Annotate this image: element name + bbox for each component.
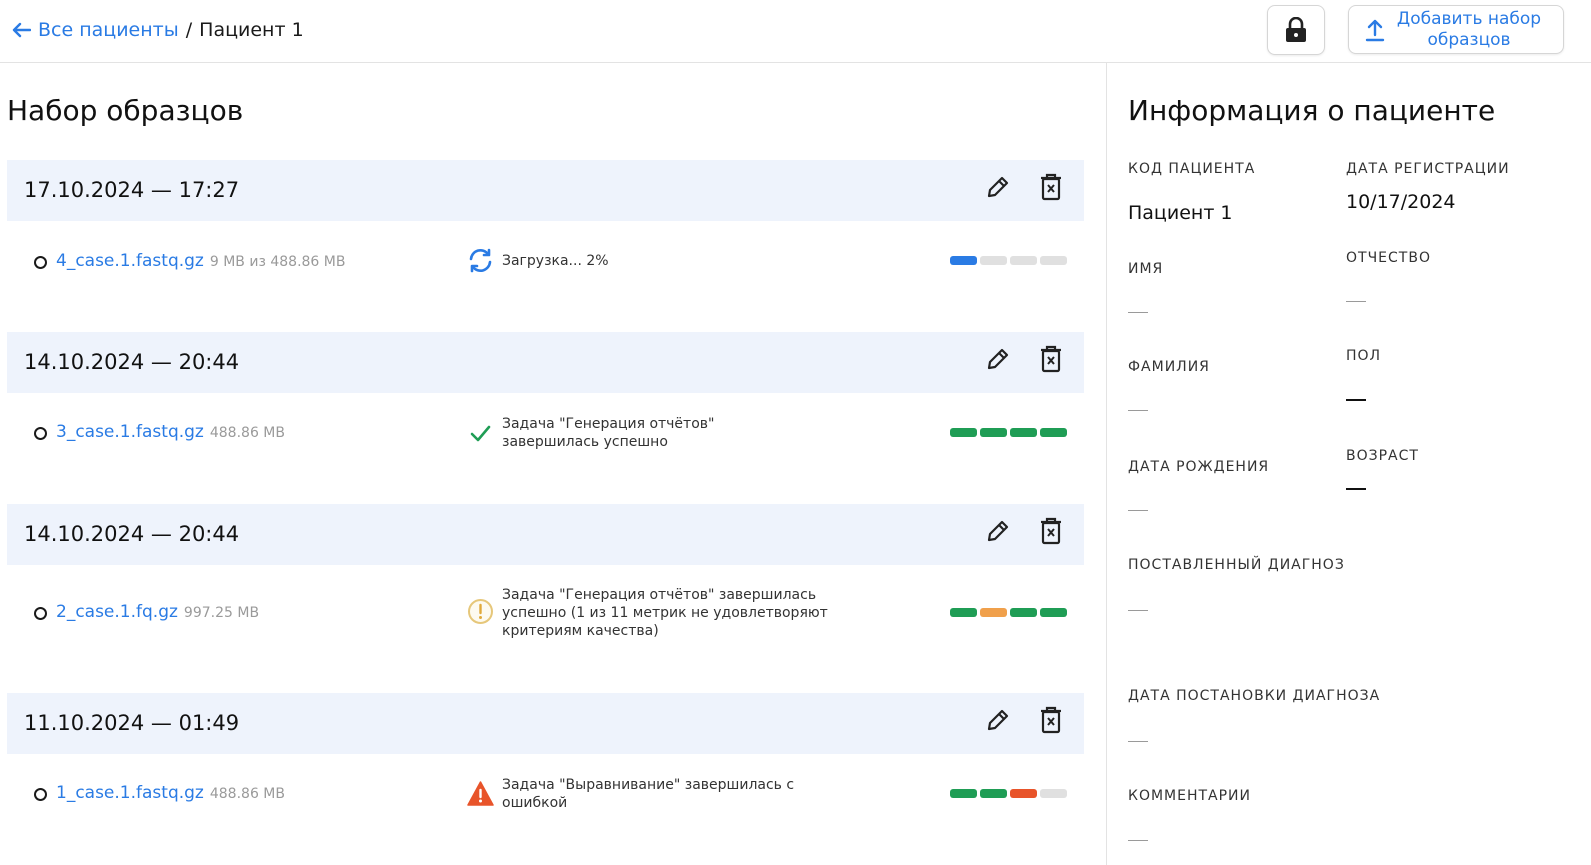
progress-segment <box>950 428 977 437</box>
edit-icon[interactable] <box>985 518 1011 544</box>
breadcrumb-current: Пациент 1 <box>199 19 304 41</box>
diagnosis-label: ПОСТАВЛЕННЫЙ ДИАГНОЗ <box>1128 557 1345 573</box>
last-name-empty <box>1128 410 1148 411</box>
breadcrumb: Все пациенты / Пациент 1 <box>12 19 304 41</box>
registration-date-label: ДАТА РЕГИСТРАЦИИ <box>1346 161 1510 177</box>
file-size: 997.25 MB <box>183 605 260 621</box>
file-status: Задача "Выравнивание" завершилась с ошиб… <box>502 777 795 811</box>
add-sample-set-button[interactable]: Добавить набор образцов <box>1348 5 1564 54</box>
file-status: Задача "Генерация отчётов" завершилась у… <box>502 587 828 639</box>
patient-info-title: Информация о пациенте <box>1128 94 1496 127</box>
file-name[interactable]: 1_case.1.fastq.gz <box>56 783 204 803</box>
sample-set-header: 11.10.2024 — 01:49 <box>7 693 1084 754</box>
edit-icon[interactable] <box>985 346 1011 372</box>
sample-set-date: 14.10.2024 — 20:44 <box>24 522 240 546</box>
progress-segment <box>1040 428 1067 437</box>
breadcrumb-separator: / <box>185 19 193 41</box>
back-link[interactable]: Все пациенты <box>12 19 179 41</box>
age-empty <box>1346 488 1366 490</box>
file-size: 488.86 MB <box>209 425 285 441</box>
progress-segment <box>950 608 977 617</box>
file-name[interactable]: 3_case.1.fastq.gz <box>56 422 204 442</box>
progress-segment <box>1040 608 1067 617</box>
add-sample-set-label: Добавить набор образцов <box>1396 8 1542 50</box>
delete-icon[interactable] <box>1039 517 1063 545</box>
lock-icon <box>1286 17 1306 42</box>
patronymic-label: ОТЧЕСТВО <box>1346 250 1431 266</box>
sex-label: ПОЛ <box>1346 348 1382 364</box>
file-name-link[interactable]: 4_case.1.fastq.gz 9 MB из 488.86 MB <box>56 251 345 271</box>
file-name-link[interactable]: 1_case.1.fastq.gz 488.86 MB <box>56 783 285 803</box>
file-name[interactable]: 4_case.1.fastq.gz <box>56 251 204 271</box>
check-icon <box>470 425 491 442</box>
sample-set-header: 17.10.2024 — 17:27 <box>7 160 1084 221</box>
patient-code-value: Пациент 1 <box>1128 202 1233 224</box>
diagnosis-date-empty <box>1128 741 1148 742</box>
delete-icon[interactable] <box>1039 706 1063 734</box>
delete-icon[interactable] <box>1039 173 1063 201</box>
progress-segment <box>950 256 977 265</box>
file-name-link[interactable]: 3_case.1.fastq.gz 488.86 MB <box>56 422 285 442</box>
sample-set-date: 17.10.2024 — 17:27 <box>24 178 240 202</box>
progress-segment <box>980 789 1007 798</box>
file-status: Задача "Генерация отчётов" завершилась у… <box>502 416 715 450</box>
progress-segment <box>1010 428 1037 437</box>
progress-segment <box>980 428 1007 437</box>
lock-button[interactable] <box>1267 5 1325 55</box>
pipeline-progress <box>950 428 1067 437</box>
back-link-label: Все пациенты <box>38 19 179 41</box>
birth-date-label: ДАТА РОЖДЕНИЯ <box>1128 459 1270 475</box>
registration-date-value: 10/17/2024 <box>1346 191 1456 213</box>
file-name-link[interactable]: 2_case.1.fq.gz 997.25 MB <box>56 602 259 622</box>
patronymic-empty <box>1346 301 1366 302</box>
first-name-empty <box>1128 312 1148 313</box>
samples-title: Набор образцов <box>7 94 244 127</box>
error-triangle-icon <box>467 781 494 806</box>
sync-icon <box>469 248 492 273</box>
sex-empty <box>1346 399 1366 401</box>
last-name-label: ФАМИЛИЯ <box>1128 359 1210 375</box>
warning-circle-icon <box>468 599 493 624</box>
comments-empty <box>1128 840 1148 841</box>
delete-icon[interactable] <box>1039 345 1063 373</box>
progress-segment <box>1040 256 1067 265</box>
top-bar: Все пациенты / Пациент 1 Добавить набор … <box>0 0 1591 63</box>
upload-icon <box>1365 18 1385 42</box>
file-radio[interactable] <box>34 427 47 440</box>
sample-set-header: 14.10.2024 — 20:44 <box>7 332 1084 393</box>
diagnosis-empty <box>1128 610 1148 611</box>
comments-label: КОММЕНТАРИИ <box>1128 788 1252 804</box>
pipeline-progress <box>950 256 1067 265</box>
file-radio[interactable] <box>34 788 47 801</box>
edit-icon[interactable] <box>985 174 1011 200</box>
file-radio[interactable] <box>34 607 47 620</box>
diagnosis-date-label: ДАТА ПОСТАНОВКИ ДИАГНОЗА <box>1128 688 1381 704</box>
progress-segment <box>1010 256 1037 265</box>
birth-date-empty <box>1128 510 1148 511</box>
sample-set-date: 14.10.2024 — 20:44 <box>24 350 240 374</box>
file-size: 9 MB из 488.86 MB <box>209 254 346 270</box>
pipeline-progress <box>950 608 1067 617</box>
progress-segment <box>1010 789 1037 798</box>
file-size: 488.86 MB <box>209 786 285 802</box>
sample-set-date: 11.10.2024 — 01:49 <box>24 711 240 735</box>
file-name[interactable]: 2_case.1.fq.gz <box>56 602 178 622</box>
patient-code-label: КОД ПАЦИЕНТА <box>1128 161 1256 177</box>
edit-icon[interactable] <box>985 707 1011 733</box>
sample-set-header: 14.10.2024 — 20:44 <box>7 504 1084 565</box>
file-radio[interactable] <box>34 256 47 269</box>
age-label: ВОЗРАСТ <box>1346 448 1419 464</box>
progress-segment <box>980 608 1007 617</box>
progress-segment <box>980 256 1007 265</box>
progress-segment <box>950 789 977 798</box>
progress-segment <box>1040 789 1067 798</box>
pipeline-progress <box>950 789 1067 798</box>
panel-divider <box>1106 63 1107 865</box>
progress-segment <box>1010 608 1037 617</box>
file-status: Загрузка... 2% <box>502 253 609 269</box>
arrow-left-icon <box>12 22 31 38</box>
first-name-label: ИМЯ <box>1128 261 1164 277</box>
